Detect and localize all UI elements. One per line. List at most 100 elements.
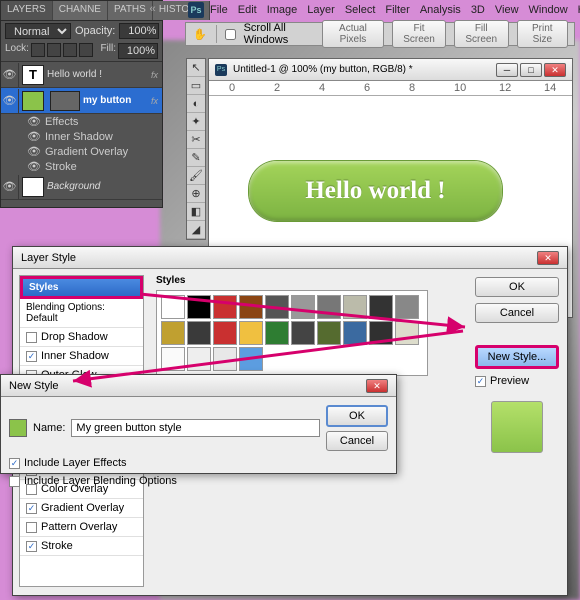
style-preset-swatch[interactable] — [291, 321, 315, 345]
style-preset-swatch[interactable] — [265, 321, 289, 345]
document-titlebar[interactable]: Ps Untitled-1 @ 100% (my button, RGB/8) … — [209, 59, 572, 81]
actual-pixels-button[interactable]: Actual Pixels — [322, 20, 385, 48]
menu-analysis[interactable]: Analysis — [420, 4, 461, 16]
menu-image[interactable]: Image — [267, 4, 298, 16]
layer-text[interactable]: 👁 T Hello world ! fx — [1, 62, 162, 88]
menu-layer[interactable]: Layer — [307, 4, 335, 16]
wand-tool-icon[interactable]: ✦ — [187, 113, 205, 131]
gradient-tool-icon[interactable]: ◢ — [187, 221, 205, 239]
style-preset-swatch[interactable] — [239, 295, 263, 319]
fx-badge[interactable]: fx — [151, 96, 158, 106]
style-preset-swatch[interactable] — [317, 295, 341, 319]
lasso-tool-icon[interactable]: ◐ — [187, 95, 205, 113]
close-button[interactable]: ✕ — [537, 251, 559, 265]
style-preset-swatch[interactable] — [369, 295, 393, 319]
style-preset-swatch[interactable] — [213, 321, 237, 345]
inner-shadow-option[interactable]: ✓Inner Shadow — [20, 347, 143, 366]
style-preset-swatch[interactable] — [187, 321, 211, 345]
blend-mode-select[interactable]: Normal — [5, 23, 71, 39]
close-button[interactable]: ✕ — [544, 63, 566, 77]
pattern-overlay-option[interactable]: Pattern Overlay — [20, 518, 143, 537]
menu-file[interactable]: File — [210, 4, 228, 16]
dialog-titlebar[interactable]: New Style ✕ — [1, 375, 396, 397]
hand-tool-icon[interactable]: ✋ — [192, 24, 208, 44]
print-size-button[interactable]: Print Size — [517, 20, 568, 48]
tab-channels[interactable]: CHANNE — [53, 1, 108, 20]
stamp-tool-icon[interactable]: ⊕ — [187, 185, 205, 203]
style-preset-swatch[interactable] — [395, 321, 419, 345]
style-preset-swatch[interactable] — [317, 321, 341, 345]
eyedropper-tool-icon[interactable]: ✎ — [187, 149, 205, 167]
menu-view[interactable]: View — [495, 4, 519, 16]
menu-edit[interactable]: Edit — [238, 4, 257, 16]
eraser-tool-icon[interactable]: ◧ — [187, 203, 205, 221]
minimize-button[interactable]: ─ — [496, 63, 518, 77]
brush-tool-icon[interactable]: 🖌 — [187, 167, 205, 185]
blending-options[interactable]: Blending Options: Default — [20, 299, 143, 328]
visibility-icon[interactable]: 👁 — [27, 160, 41, 173]
effect-item[interactable]: Stroke — [45, 161, 77, 173]
style-preset-swatch[interactable] — [161, 295, 185, 319]
scroll-all-checkbox[interactable] — [225, 29, 236, 40]
menu-3d[interactable]: 3D — [471, 4, 485, 16]
cancel-button[interactable]: Cancel — [475, 303, 559, 323]
menu-filter[interactable]: Filter — [385, 4, 409, 16]
visibility-icon[interactable]: 👁 — [1, 175, 19, 199]
style-preset-swatch[interactable] — [213, 347, 237, 371]
dialog-titlebar[interactable]: Layer Style ✕ — [13, 247, 567, 269]
styles-header[interactable]: Styles — [20, 276, 143, 299]
lock-all-icon[interactable] — [79, 43, 93, 57]
stroke-option[interactable]: ✓Stroke — [20, 537, 143, 556]
fill-screen-button[interactable]: Fill Screen — [454, 20, 509, 48]
style-preset-swatch[interactable] — [213, 295, 237, 319]
visibility-icon[interactable]: 👁 — [27, 115, 41, 128]
maximize-button[interactable]: □ — [520, 63, 542, 77]
panel-close-icon[interactable]: « — [147, 5, 158, 16]
gradient-overlay-option[interactable]: ✓Gradient Overlay — [20, 499, 143, 518]
include-blending-checkbox[interactable] — [9, 476, 20, 487]
fx-badge[interactable]: fx — [151, 70, 158, 80]
style-preset-swatch[interactable] — [187, 295, 211, 319]
visibility-icon[interactable]: 👁 — [27, 145, 41, 158]
drop-shadow-option[interactable]: Drop Shadow — [20, 328, 143, 347]
menu-window[interactable]: Window — [529, 4, 568, 16]
lock-pixels-icon[interactable] — [47, 43, 61, 57]
fit-screen-button[interactable]: Fit Screen — [392, 20, 446, 48]
style-preset-swatch[interactable] — [239, 347, 263, 371]
style-preset-swatch[interactable] — [291, 295, 315, 319]
ruler-horizontal[interactable]: 0 2 4 6 8 10 12 14 — [209, 81, 572, 96]
style-preset-swatch[interactable] — [369, 321, 393, 345]
name-input[interactable] — [71, 419, 320, 437]
move-tool-icon[interactable]: ↖ — [187, 59, 205, 77]
effect-item[interactable]: Inner Shadow — [45, 131, 113, 143]
visibility-icon[interactable]: 👁 — [1, 63, 19, 87]
visibility-icon[interactable]: 👁 — [27, 130, 41, 143]
lock-position-icon[interactable] — [63, 43, 77, 57]
visibility-icon[interactable]: 👁 — [1, 89, 19, 113]
opacity-input[interactable] — [119, 23, 159, 39]
style-preset-swatch[interactable] — [395, 295, 419, 319]
cancel-button[interactable]: Cancel — [326, 431, 388, 451]
lock-transparent-icon[interactable] — [31, 43, 45, 57]
style-preset-swatch[interactable] — [343, 295, 367, 319]
close-button[interactable]: ✕ — [366, 379, 388, 393]
menu-select[interactable]: Select — [345, 4, 376, 16]
include-effects-checkbox[interactable]: ✓ — [9, 458, 20, 469]
style-preset-swatch[interactable] — [239, 321, 263, 345]
ok-button[interactable]: OK — [475, 277, 559, 297]
ok-button[interactable]: OK — [326, 405, 388, 427]
style-preset-swatch[interactable] — [161, 347, 185, 371]
preview-checkbox[interactable]: ✓ — [475, 376, 486, 387]
style-preset-swatch[interactable] — [187, 347, 211, 371]
crop-tool-icon[interactable]: ✂ — [187, 131, 205, 149]
effect-item[interactable]: Gradient Overlay — [45, 146, 128, 158]
fill-input[interactable] — [118, 43, 158, 59]
style-preset-swatch[interactable] — [161, 321, 185, 345]
new-style-button[interactable]: New Style... — [475, 345, 559, 369]
tab-layers[interactable]: LAYERS — [1, 1, 53, 20]
style-preset-swatch[interactable] — [265, 295, 289, 319]
marquee-tool-icon[interactable]: ▭ — [187, 77, 205, 95]
layer-shape[interactable]: 👁 my button fx — [1, 88, 162, 114]
layer-background[interactable]: 👁 Background — [1, 174, 162, 200]
style-preset-swatch[interactable] — [343, 321, 367, 345]
